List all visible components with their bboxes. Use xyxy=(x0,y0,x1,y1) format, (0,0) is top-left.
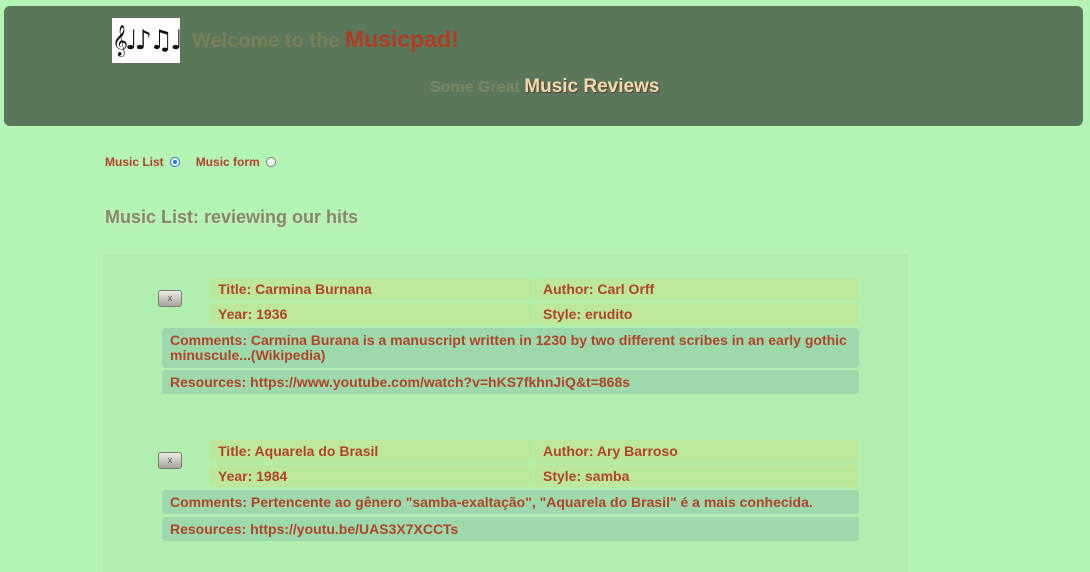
music-form-radio[interactable] xyxy=(265,157,276,167)
music-notes-logo: 𝄞♩♪♫♩ xyxy=(112,18,183,63)
entry-year: Year: 1984 xyxy=(210,465,533,487)
view-switcher: Music List Music form xyxy=(105,155,292,169)
entry-author: Author: Carl Orff xyxy=(535,278,859,300)
entry-comments: Comments: Carmina Burana is a manuscript… xyxy=(162,328,859,368)
music-list-label: Music List xyxy=(105,155,164,169)
subtitle: Some Great Music Reviews xyxy=(430,76,659,98)
entry-title: Title: Aquarela do Brasil xyxy=(210,440,533,462)
entry-resources: Resources: https://youtu.be/UAS3X7XCCTs xyxy=(162,517,859,541)
delete-button[interactable]: x xyxy=(158,452,182,469)
page-header: 𝄞♩♪♫♩ Welcome to the Musicpad! Some Grea… xyxy=(4,6,1083,126)
subtitle-big: Music Reviews xyxy=(524,76,660,97)
music-list-radio[interactable] xyxy=(169,157,180,167)
entry-resources: Resources: https://www.youtube.com/watch… xyxy=(162,370,859,394)
music-list-panel: x Title: Carmina Burnana Author: Carl Or… xyxy=(103,254,908,572)
music-form-label: Music form xyxy=(195,155,260,169)
welcome-heading: Welcome to the Musicpad! xyxy=(192,26,459,53)
entry-year: Year: 1936 xyxy=(210,303,533,325)
list-title: Music List: reviewing our hits xyxy=(105,207,359,227)
music-list-option[interactable]: Music List xyxy=(105,155,180,169)
welcome-prefix: Welcome to the xyxy=(192,30,340,52)
delete-button[interactable]: x xyxy=(158,290,182,307)
entry-author: Author: Ary Barroso xyxy=(535,440,859,462)
entry-comments: Comments: Pertencente ao gênero "samba-e… xyxy=(162,490,859,514)
music-form-option[interactable]: Music form xyxy=(196,155,276,169)
brand-name: Musicpad! xyxy=(345,26,459,52)
entry-title: Title: Carmina Burnana xyxy=(210,278,533,300)
entry-style: Style: samba xyxy=(535,465,859,487)
entry-style: Style: erudito xyxy=(535,303,859,325)
subtitle-small: Some Great xyxy=(430,79,520,96)
